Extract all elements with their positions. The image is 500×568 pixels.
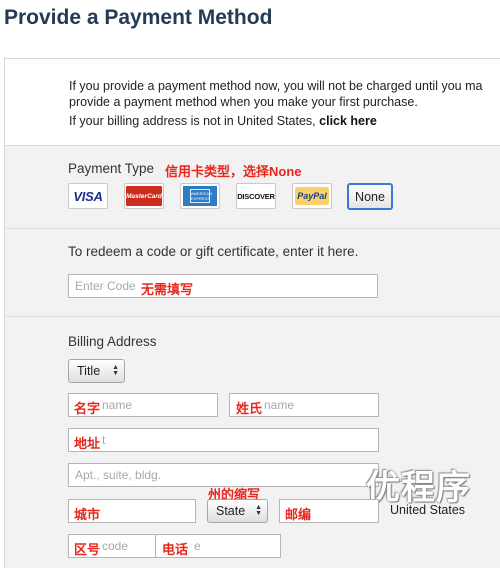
phone-placeholder: e — [194, 539, 201, 553]
discover-logo-text: DISCOVER — [237, 191, 275, 201]
redeem-label: To redeem a code or gift certificate, en… — [68, 244, 359, 259]
page-title: Provide a Payment Method — [4, 6, 273, 29]
street-address-input[interactable]: t — [68, 428, 379, 452]
notice-line-2: provide a payment method when you make y… — [69, 95, 418, 109]
area-code-annotation: 区号 — [74, 542, 101, 557]
amex-logo-icon: AMERICAN EXPRESS — [183, 186, 217, 206]
visa-logo-text: VISA — [73, 188, 103, 204]
redeem-annotation: 无需填写 — [141, 282, 194, 297]
mastercard-logo-text: MasterCard — [126, 192, 162, 200]
first-name-placeholder: name — [102, 398, 133, 412]
state-select-value: State — [216, 504, 246, 518]
city-annotation: 城市 — [74, 507, 101, 522]
payment-type-annotation: 信用卡类型，选择None — [165, 164, 302, 179]
payment-type-label: Payment Type — [68, 161, 155, 176]
last-name-placeholder: name — [264, 398, 295, 412]
area-code-placeholder: code — [102, 539, 129, 553]
last-name-annotation: 姓氏 — [236, 401, 263, 416]
section-divider — [4, 316, 500, 317]
select-arrows-icon: ▲ ▼ — [112, 364, 119, 377]
state-select[interactable]: State ▲ ▼ — [207, 499, 268, 523]
amex-card-option[interactable]: AMERICAN EXPRESS — [180, 183, 220, 209]
billing-address-label: Billing Address — [68, 334, 157, 349]
country-label: United States — [390, 503, 466, 517]
street-placeholder: t — [102, 433, 106, 447]
click-here-link[interactable]: click here — [319, 114, 377, 128]
paypal-option[interactable]: PayPal — [292, 183, 332, 209]
phone-annotation: 电话 — [162, 542, 189, 557]
notice-box: If you provide a payment method now, you… — [5, 59, 500, 146]
paypal-logo-text: PayPal — [297, 191, 327, 201]
discover-card-option[interactable]: DISCOVER — [236, 183, 276, 209]
redeem-code-placeholder: Enter Code — [75, 279, 136, 293]
watermark-logo: 优程序 — [366, 469, 471, 507]
title-select[interactable]: Title ▲ ▼ — [68, 359, 125, 383]
title-select-value: Title — [77, 364, 101, 378]
zip-annotation: 邮编 — [285, 507, 312, 522]
redeem-code-input[interactable]: Enter Code — [68, 274, 378, 298]
street-annotation: 地址 — [74, 436, 101, 451]
mastercard-card-option[interactable]: MasterCard — [124, 183, 164, 209]
visa-card-option[interactable]: VISA — [68, 183, 108, 209]
select-arrows-icon: ▲ ▼ — [255, 504, 262, 517]
first-name-annotation: 名字 — [74, 401, 101, 416]
apt-placeholder: Apt., suite, bldg. — [75, 468, 162, 482]
section-divider — [4, 228, 500, 229]
notice-line-3-prefix: If your billing address is not in United… — [69, 114, 320, 128]
notice-line-1: If you provide a payment method now, you… — [69, 79, 483, 93]
amex-logo-text: AMERICAN EXPRESS — [190, 189, 213, 203]
paypal-logo-icon: PayPal — [295, 187, 329, 205]
mastercard-logo-icon: MasterCard — [126, 186, 162, 206]
none-payment-button[interactable]: None — [347, 183, 393, 210]
notice-line-3: If your billing address is not in United… — [69, 114, 377, 128]
